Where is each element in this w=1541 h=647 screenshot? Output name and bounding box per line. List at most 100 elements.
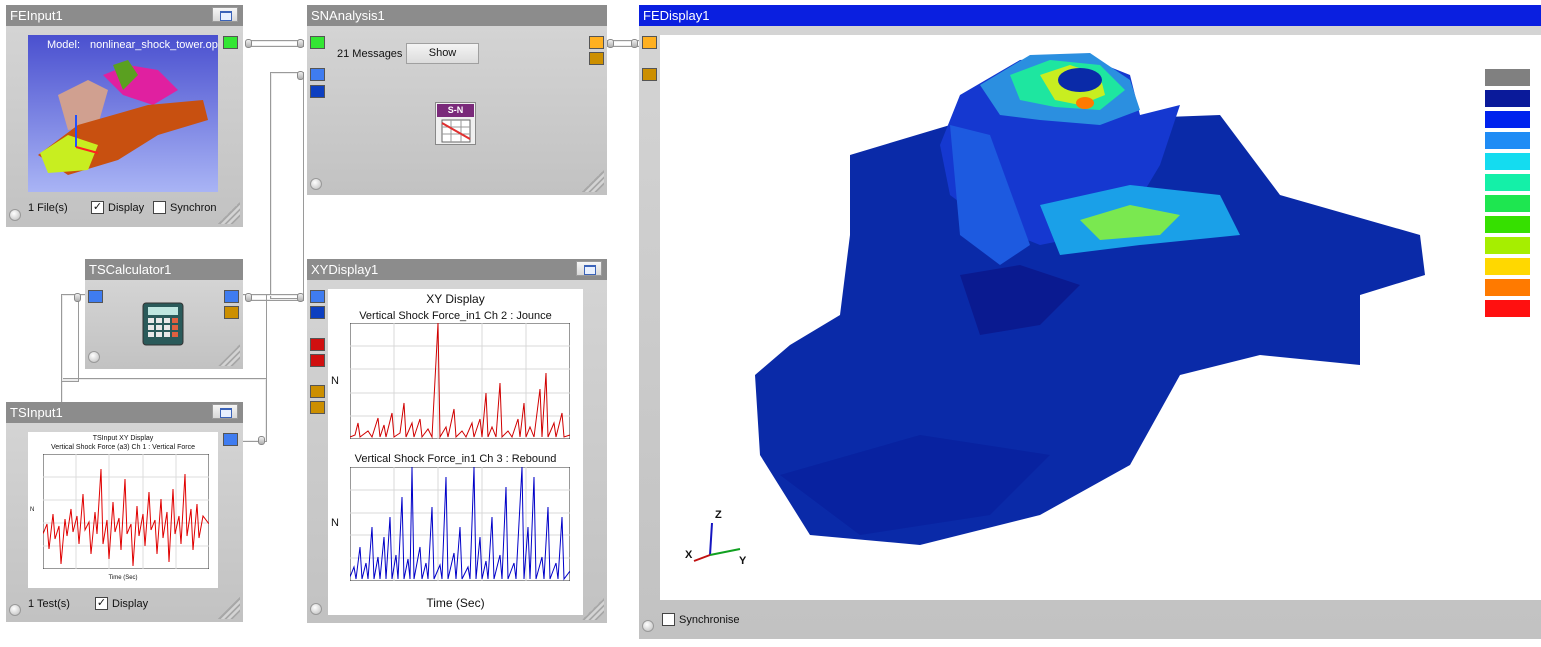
jounce-plot-title: Vertical Shock Force_in1 Ch 2 : Jounce bbox=[359, 310, 552, 322]
jounce-plot bbox=[350, 323, 570, 439]
calculator-icon[interactable] bbox=[141, 302, 185, 346]
snanalysis-glyph[interactable]: SNAnalysis1 21 Messages Show S-N bbox=[307, 5, 607, 195]
feinput-glyph[interactable]: FEInput1 Model: nonlinear_shock_tower.op… bbox=[6, 5, 243, 227]
connector-tsinput-to-calc-c bbox=[61, 294, 79, 382]
tsinput-plot bbox=[43, 454, 209, 569]
synchronise-checkbox[interactable] bbox=[153, 201, 166, 214]
connector-cap bbox=[245, 293, 252, 302]
xy-input-port-4[interactable] bbox=[310, 354, 325, 367]
jounce-y-label: N bbox=[331, 375, 339, 387]
fedisplay-input-port[interactable] bbox=[642, 36, 657, 49]
tests-count: 1 Test(s) bbox=[28, 598, 70, 610]
feinput-output-port[interactable] bbox=[223, 36, 238, 49]
snanalysis-title[interactable]: SNAnalysis1 bbox=[307, 5, 607, 26]
tsinput-y-label: N bbox=[30, 507, 35, 513]
resize-grip[interactable] bbox=[218, 202, 240, 224]
sn-output-port-2[interactable] bbox=[589, 52, 604, 65]
model-preview[interactable]: Model: nonlinear_shock_tower.op bbox=[28, 35, 218, 192]
glyph-dot-icon bbox=[9, 209, 21, 221]
xy-input-port-1[interactable] bbox=[310, 290, 325, 303]
messages-count: 21 Messages bbox=[337, 48, 403, 60]
connector-cap bbox=[258, 436, 265, 445]
fe-synchronise-checkbox[interactable] bbox=[662, 613, 675, 626]
legend-swatch bbox=[1485, 111, 1530, 128]
calc-output-port-2[interactable] bbox=[224, 306, 239, 319]
legend-swatch bbox=[1485, 300, 1530, 317]
connector-cap bbox=[607, 39, 614, 48]
xy-x-axis-label: Time (Sec) bbox=[426, 596, 485, 610]
calc-output-port[interactable] bbox=[224, 290, 239, 303]
connector-cap bbox=[245, 39, 252, 48]
sn-input-port-fe[interactable] bbox=[310, 36, 325, 49]
fedisplay-input-port-2[interactable] bbox=[642, 68, 657, 81]
legend-swatch bbox=[1485, 258, 1530, 275]
connector-cap bbox=[631, 39, 638, 48]
legend-swatch bbox=[1485, 174, 1530, 191]
glyph-dot-icon bbox=[310, 178, 322, 190]
axis-z-label: Z bbox=[715, 509, 722, 521]
legend-swatch bbox=[1485, 69, 1530, 86]
xydisplay-title[interactable]: XYDisplay1 bbox=[307, 259, 607, 280]
xy-input-port-6[interactable] bbox=[310, 401, 325, 414]
tsinput-display-label: Display bbox=[112, 598, 149, 610]
glyph-dot-icon bbox=[642, 620, 654, 632]
legend-swatch bbox=[1485, 216, 1530, 233]
sn-input-port-ts2[interactable] bbox=[310, 85, 325, 98]
resize-grip[interactable] bbox=[218, 597, 240, 619]
connector-cap bbox=[297, 71, 304, 80]
legend-swatch bbox=[1485, 90, 1530, 107]
xy-input-port-2[interactable] bbox=[310, 306, 325, 319]
legend-swatch bbox=[1485, 237, 1530, 254]
tsinput-display-checkbox[interactable]: ✓ bbox=[95, 597, 108, 610]
tsinput-window-button[interactable] bbox=[212, 404, 238, 419]
fe-contour-model bbox=[755, 53, 1425, 545]
files-count: 1 File(s) bbox=[28, 202, 68, 214]
fe-synchronise-label: Synchronise bbox=[679, 614, 740, 626]
connector-calc-to-sn bbox=[270, 72, 304, 299]
fe-viewport[interactable]: Z Y X bbox=[660, 35, 1541, 600]
contour-legend bbox=[1485, 69, 1530, 319]
show-messages-button[interactable]: Show bbox=[406, 43, 479, 64]
display-checkbox[interactable]: ✓ bbox=[91, 201, 104, 214]
fedisplay-title[interactable]: FEDisplay1 bbox=[639, 5, 1541, 26]
xydisplay-window-button[interactable] bbox=[576, 261, 602, 276]
tsinput-x-label: Time (Sec) bbox=[108, 575, 138, 581]
tsinput-plot-canvas[interactable]: TSInput XY Display Vertical Shock Force … bbox=[28, 432, 218, 588]
resize-grip[interactable] bbox=[218, 344, 240, 366]
rebound-plot-title: Vertical Shock Force_in1 Ch 3 : Rebound bbox=[354, 453, 557, 465]
tsinput-header: TSInput XY Display bbox=[92, 435, 154, 442]
connector-cap bbox=[74, 293, 81, 302]
resize-grip[interactable] bbox=[582, 598, 604, 620]
legend-swatch bbox=[1485, 153, 1530, 170]
model-thumbnail bbox=[38, 60, 208, 175]
tsinput-plot-title: Vertical Shock Force (a3) Ch 1 : Vertica… bbox=[51, 444, 195, 451]
tsinput-glyph[interactable]: TSInput1 TSInput XY Display Vertical Sho… bbox=[6, 402, 243, 622]
sn-curve-icon bbox=[441, 119, 471, 143]
tscalculator-title[interactable]: TSCalculator1 bbox=[85, 259, 243, 280]
fedisplay-glyph[interactable]: FEDisplay1 Z Y X Synchronise bbox=[639, 5, 1541, 639]
legend-swatch bbox=[1485, 279, 1530, 296]
connector-cap bbox=[297, 293, 304, 302]
calc-input-port[interactable] bbox=[88, 290, 103, 303]
glyph-dot-icon bbox=[88, 351, 100, 363]
xydisplay-glyph[interactable]: XYDisplay1 XY Display Vertical Shock For… bbox=[307, 259, 607, 623]
sn-input-port-ts[interactable] bbox=[310, 68, 325, 81]
xy-input-port-3[interactable] bbox=[310, 338, 325, 351]
axis-y-label: Y bbox=[739, 555, 747, 567]
legend-swatch bbox=[1485, 195, 1530, 212]
connector-fe-to-sn bbox=[247, 40, 304, 47]
xy-plot-canvas[interactable]: XY Display Vertical Shock Force_in1 Ch 2… bbox=[328, 289, 583, 615]
display-label: Display bbox=[108, 202, 145, 214]
axis-triad-icon bbox=[693, 522, 741, 562]
glyph-dot-icon bbox=[9, 604, 21, 616]
resize-grip[interactable] bbox=[582, 170, 604, 192]
feinput-window-button[interactable] bbox=[212, 7, 238, 22]
tsinput-output-port[interactable] bbox=[223, 433, 238, 446]
xy-input-port-5[interactable] bbox=[310, 385, 325, 398]
tscalculator-glyph[interactable]: TSCalculator1 bbox=[85, 259, 243, 369]
sn-analysis-icon[interactable]: S-N bbox=[435, 102, 476, 145]
feinput-title[interactable]: FEInput1 bbox=[6, 5, 243, 26]
synchronise-label: Synchron bbox=[170, 202, 217, 214]
tsinput-title[interactable]: TSInput1 bbox=[6, 402, 243, 423]
sn-output-port[interactable] bbox=[589, 36, 604, 49]
